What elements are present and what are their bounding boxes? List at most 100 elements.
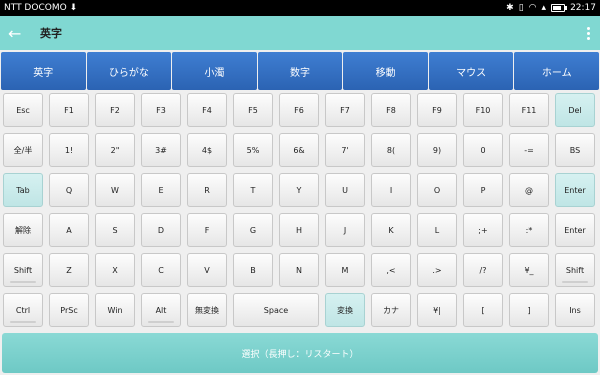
key-f8[interactable]: F8 xyxy=(371,93,411,127)
key-6[interactable]: 6& xyxy=(279,133,319,167)
key-minus[interactable]: -= xyxy=(509,133,549,167)
key-period[interactable]: .> xyxy=(417,253,457,287)
key-h[interactable]: H xyxy=(279,213,319,247)
keyboard-row-modifiers: Ctrl PrSc Win Alt 無変換 Space 変換 カナ ¥| [ ]… xyxy=(2,293,598,327)
tab-move[interactable]: 移動 xyxy=(343,52,428,90)
key-f7[interactable]: F7 xyxy=(325,93,365,127)
tab-small-dakuten[interactable]: 小濁 xyxy=(172,52,257,90)
key-insert[interactable]: Ins xyxy=(555,293,595,327)
key-zenkaku-hankaku[interactable]: 全/半 xyxy=(3,133,43,167)
key-g[interactable]: G xyxy=(233,213,273,247)
key-backspace[interactable]: BS xyxy=(555,133,595,167)
key-f6[interactable]: F6 xyxy=(279,93,319,127)
key-t[interactable]: T xyxy=(233,173,273,207)
key-win[interactable]: Win xyxy=(95,293,135,327)
key-esc[interactable]: Esc xyxy=(3,93,43,127)
android-screen: NTT DOCOMO ⬇ ✱ ▯ ◠ ▴ 22:17 ← 英字 英字 ひらがな … xyxy=(0,0,600,375)
key-x[interactable]: X xyxy=(95,253,135,287)
key-enter[interactable]: Enter xyxy=(555,213,595,247)
clock: 22:17 xyxy=(570,3,596,13)
key-7[interactable]: 7' xyxy=(325,133,365,167)
key-yen-underscore[interactable]: ¥_ xyxy=(509,253,549,287)
key-3[interactable]: 3# xyxy=(141,133,181,167)
tab-english[interactable]: 英字 xyxy=(1,52,86,90)
tab-home[interactable]: ホーム xyxy=(514,52,600,90)
key-s[interactable]: S xyxy=(95,213,135,247)
key-muhenkan[interactable]: 無変換 xyxy=(187,293,227,327)
key-ctrl[interactable]: Ctrl xyxy=(3,293,43,327)
key-p[interactable]: P xyxy=(463,173,503,207)
key-semicolon[interactable]: ;+ xyxy=(463,213,503,247)
key-f9[interactable]: F9 xyxy=(417,93,457,127)
key-alt[interactable]: Alt xyxy=(141,293,181,327)
key-shift-left[interactable]: Shift xyxy=(3,253,43,287)
key-at[interactable]: @ xyxy=(509,173,549,207)
keyboard-row-numbers: 全/半 1! 2" 3# 4$ 5% 6& 7' 8( 9) 0 -= BS xyxy=(2,133,598,167)
key-c[interactable]: C xyxy=(141,253,181,287)
key-bracket-left[interactable]: [ xyxy=(463,293,503,327)
overflow-menu-icon[interactable] xyxy=(584,26,592,40)
key-z[interactable]: Z xyxy=(49,253,89,287)
key-f[interactable]: F xyxy=(187,213,227,247)
status-bar: NTT DOCOMO ⬇ ✱ ▯ ◠ ▴ 22:17 xyxy=(0,0,600,16)
select-button[interactable]: 選択（長押し：リスタート） xyxy=(2,333,598,373)
key-del[interactable]: Del xyxy=(555,93,595,127)
key-comma[interactable]: ,< xyxy=(371,253,411,287)
key-9[interactable]: 9) xyxy=(417,133,457,167)
key-2[interactable]: 2" xyxy=(95,133,135,167)
tab-numbers[interactable]: 数字 xyxy=(257,52,343,90)
key-release[interactable]: 解除 xyxy=(3,213,43,247)
keyboard-row-home: 解除 A S D F G H J K L ;+ :* Enter xyxy=(2,213,598,247)
key-5[interactable]: 5% xyxy=(233,133,273,167)
key-n[interactable]: N xyxy=(279,253,319,287)
back-arrow-icon[interactable]: ← xyxy=(8,24,30,43)
key-tab[interactable]: Tab xyxy=(3,173,43,207)
tab-hiragana[interactable]: ひらがな xyxy=(86,52,172,90)
key-a[interactable]: A xyxy=(49,213,89,247)
key-d[interactable]: D xyxy=(141,213,181,247)
key-k[interactable]: K xyxy=(371,213,411,247)
key-kana[interactable]: カナ xyxy=(371,293,411,327)
vibrate-icon: ▯ xyxy=(518,3,524,13)
key-1[interactable]: 1! xyxy=(49,133,89,167)
key-shift-right[interactable]: Shift xyxy=(555,253,595,287)
page-title: 英字 xyxy=(40,27,62,40)
key-print-screen[interactable]: PrSc xyxy=(49,293,89,327)
carrier-label: NTT DOCOMO xyxy=(4,3,67,13)
key-i[interactable]: I xyxy=(371,173,411,207)
key-bracket-right[interactable]: ] xyxy=(509,293,549,327)
key-4[interactable]: 4$ xyxy=(187,133,227,167)
key-v[interactable]: V xyxy=(187,253,227,287)
key-w[interactable]: W xyxy=(95,173,135,207)
key-colon[interactable]: :* xyxy=(509,213,549,247)
key-f4[interactable]: F4 xyxy=(187,93,227,127)
key-f5[interactable]: F5 xyxy=(233,93,273,127)
key-f3[interactable]: F3 xyxy=(141,93,181,127)
key-y[interactable]: Y xyxy=(279,173,319,207)
key-l[interactable]: L xyxy=(417,213,457,247)
key-u[interactable]: U xyxy=(325,173,365,207)
key-q[interactable]: Q xyxy=(49,173,89,207)
key-f10[interactable]: F10 xyxy=(463,93,503,127)
battery-icon xyxy=(551,4,568,12)
key-0[interactable]: 0 xyxy=(463,133,503,167)
key-8[interactable]: 8( xyxy=(371,133,411,167)
keyboard: Esc F1 F2 F3 F4 F5 F6 F7 F8 F9 F10 F11 D… xyxy=(2,93,598,333)
key-m[interactable]: M xyxy=(325,253,365,287)
app-bar: ← 英字 xyxy=(0,16,600,50)
key-e[interactable]: E xyxy=(141,173,181,207)
tab-mouse[interactable]: マウス xyxy=(428,52,514,90)
key-r[interactable]: R xyxy=(187,173,227,207)
key-henkan[interactable]: 変換 xyxy=(325,293,365,327)
key-f2[interactable]: F2 xyxy=(95,93,135,127)
key-enter-top[interactable]: Enter xyxy=(555,173,595,207)
key-space[interactable]: Space xyxy=(233,293,319,327)
key-slash[interactable]: /? xyxy=(463,253,503,287)
key-j[interactable]: J xyxy=(325,213,365,247)
key-f1[interactable]: F1 xyxy=(49,93,89,127)
key-b[interactable]: B xyxy=(233,253,273,287)
key-f11[interactable]: F11 xyxy=(509,93,549,127)
key-o[interactable]: O xyxy=(417,173,457,207)
key-yen-pipe[interactable]: ¥| xyxy=(417,293,457,327)
bluetooth-icon: ✱ xyxy=(506,3,514,13)
